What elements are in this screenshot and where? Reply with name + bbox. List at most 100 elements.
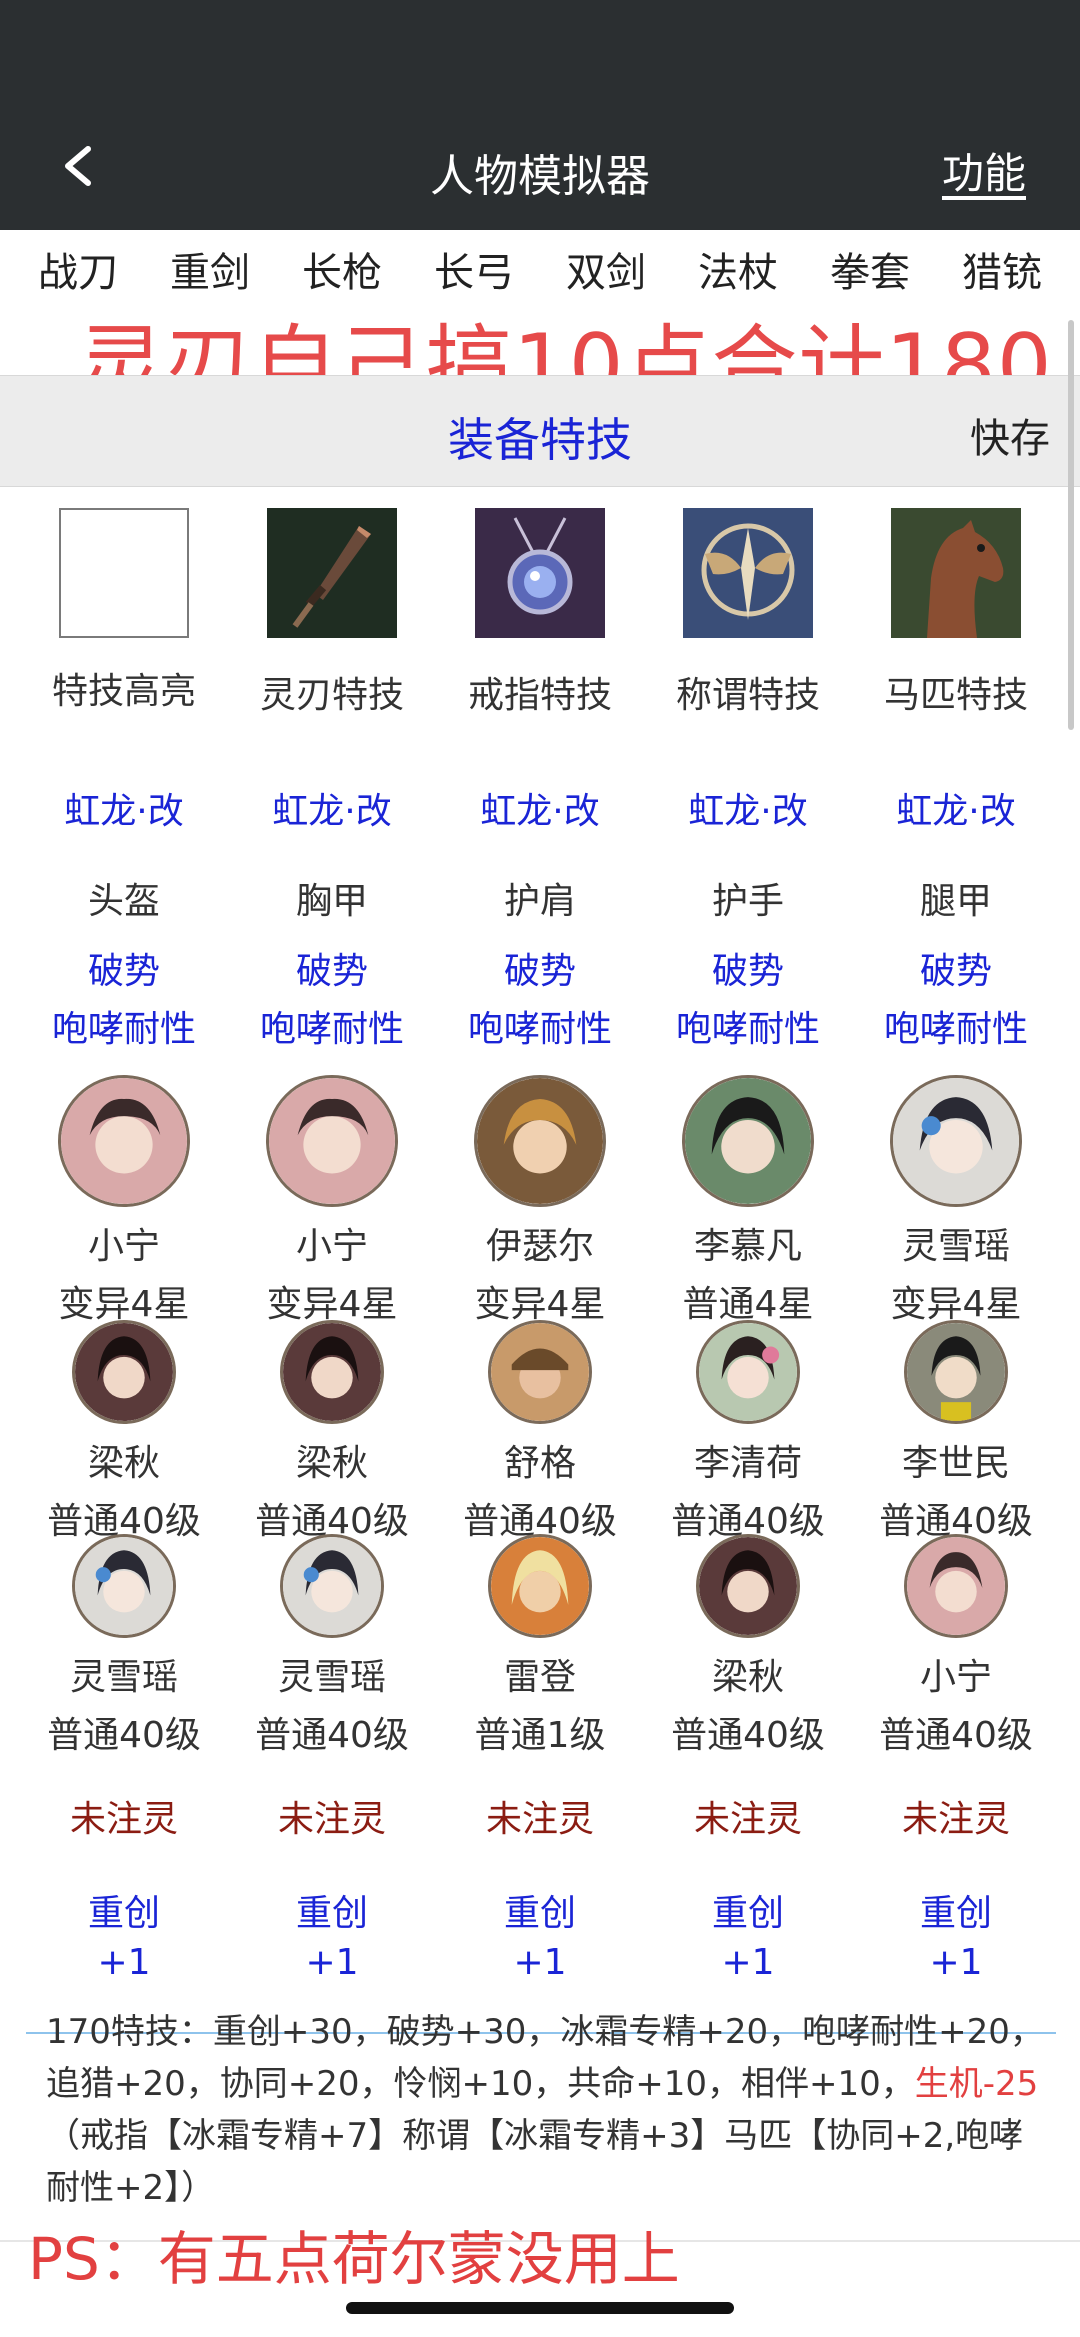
blade-icon[interactable] [267, 508, 397, 638]
companion-card[interactable]: 小宁 变异4星 [228, 1075, 436, 1327]
armor-set[interactable]: 虹龙·改 [852, 782, 1060, 834]
companion-card[interactable]: 灵雪瑶 普通40级 [20, 1534, 228, 1758]
avatar[interactable] [58, 1075, 190, 1207]
weapon-tab[interactable]: 长弓 [434, 240, 514, 298]
bonus-item[interactable]: 重创 +1 [852, 1884, 1060, 1983]
bonus-value: +1 [305, 1942, 359, 1983]
companion-name: 梁秋 [711, 1657, 784, 1698]
slot-label: 灵刃特技 [259, 675, 404, 716]
spirit-status[interactable]: 未注灵 [20, 1790, 228, 1842]
companion-name: 李清荷 [693, 1443, 802, 1484]
weapon-tab[interactable]: 战刀 [38, 240, 118, 298]
spirit-status[interactable]: 未注灵 [436, 1790, 644, 1842]
armor-part-skill: 破势 [87, 951, 160, 992]
avatar[interactable] [904, 1320, 1008, 1424]
armor-part[interactable]: 头盔 破势 咆哮耐性 [20, 872, 228, 1052]
bonus-value: +1 [97, 1942, 151, 1983]
armor-part-name: 头盔 [87, 881, 160, 922]
summary-detail: （戒指【冰霜专精+7】称谓【冰霜专精+3】马匹【协同+2,咆哮耐性+2】） [46, 2116, 1024, 2208]
companion-card[interactable]: 梁秋 普通40级 [644, 1534, 852, 1758]
armor-part-skill: 咆哮耐性 [883, 1009, 1028, 1050]
armor-part[interactable]: 护肩 破势 咆哮耐性 [436, 872, 644, 1052]
spirit-status[interactable]: 未注灵 [644, 1790, 852, 1842]
companion-card[interactable]: 伊瑟尔 变异4星 [436, 1075, 644, 1327]
companion-card[interactable]: 灵雪瑶 普通40级 [228, 1534, 436, 1758]
companion-card[interactable]: 李慕凡 普通4星 [644, 1075, 852, 1327]
armor-part[interactable]: 护手 破势 咆哮耐性 [644, 872, 852, 1052]
companion-name: 伊瑟尔 [485, 1226, 594, 1267]
bonus-item[interactable]: 重创 +1 [20, 1884, 228, 1983]
weapon-tabs: 战刀 重剑 长枪 长弓 双剑 法杖 拳套 猎铳 [0, 240, 1080, 298]
weapon-tab[interactable]: 法杖 [698, 240, 778, 298]
armor-set-row: 虹龙·改 虹龙·改 虹龙·改 虹龙·改 虹龙·改 [0, 782, 1080, 834]
spirit-row: 未注灵 未注灵 未注灵 未注灵 未注灵 [0, 1790, 1080, 1842]
avatar[interactable] [696, 1320, 800, 1424]
slot-ring[interactable]: 戒指特技 [436, 508, 644, 718]
avatar[interactable] [72, 1320, 176, 1424]
slot-label: 称谓特技 [675, 675, 820, 716]
companion-card[interactable]: 灵雪瑶 变异4星 [852, 1075, 1060, 1327]
avatar[interactable] [488, 1534, 592, 1638]
weapon-tab[interactable]: 猎铳 [962, 240, 1042, 298]
horse-icon[interactable] [891, 508, 1021, 638]
avatar[interactable] [488, 1320, 592, 1424]
armor-part[interactable]: 腿甲 破势 咆哮耐性 [852, 872, 1060, 1052]
empty-box[interactable] [59, 508, 189, 638]
companion-rank: 普通40级 [879, 1715, 1033, 1756]
title-emblem-icon[interactable] [683, 508, 813, 638]
ring-icon[interactable] [475, 508, 605, 638]
companion-card[interactable]: 李世民 普通40级 [852, 1320, 1060, 1544]
slot-blade[interactable]: 灵刃特技 [228, 508, 436, 718]
spirit-status[interactable]: 未注灵 [228, 1790, 436, 1842]
page-title: 人物模拟器 [430, 151, 650, 202]
weapon-tab[interactable]: 拳套 [830, 240, 910, 298]
companion-card[interactable]: 舒格 普通40级 [436, 1320, 644, 1544]
spirit-status[interactable]: 未注灵 [852, 1790, 1060, 1842]
armor-set[interactable]: 虹龙·改 [436, 782, 644, 834]
companion-name: 雷登 [503, 1657, 576, 1698]
quicksave-button[interactable]: 快存 [970, 406, 1050, 464]
slot-horse[interactable]: 马匹特技 [852, 508, 1060, 718]
avatar[interactable] [904, 1534, 1008, 1638]
summary-text: 170特技：重创+30，破势+30，冰霜专精+20，咆哮耐性+20，追猎+20，… [46, 2006, 1056, 2214]
armor-set[interactable]: 虹龙·改 [644, 782, 852, 834]
bonus-item[interactable]: 重创 +1 [644, 1884, 852, 1983]
weapon-tab[interactable]: 重剑 [170, 240, 250, 298]
armor-set[interactable]: 虹龙·改 [20, 782, 228, 834]
companion-card[interactable]: 梁秋 普通40级 [228, 1320, 436, 1544]
slot-highlight[interactable]: 特技高亮 [20, 508, 228, 718]
companion-card[interactable]: 小宁 普通40级 [852, 1534, 1060, 1758]
companion-name: 舒格 [503, 1443, 576, 1484]
avatar[interactable] [474, 1075, 606, 1207]
armor-part-skill: 咆哮耐性 [467, 1009, 612, 1050]
avatar[interactable] [696, 1534, 800, 1638]
companion-card[interactable]: 小宁 变异4星 [20, 1075, 228, 1327]
companion-card[interactable]: 李清荷 普通40级 [644, 1320, 852, 1544]
section-title: 装备特技 [448, 413, 632, 467]
companion-rank: 普通40级 [671, 1715, 825, 1756]
weapon-tab[interactable]: 长枪 [302, 240, 382, 298]
armor-part-name: 护肩 [503, 881, 576, 922]
companions-row-2: 梁秋 普通40级 梁秋 普通40级 舒格 普通40级 李清荷 普通40级 李世民… [0, 1320, 1080, 1544]
companion-card[interactable]: 梁秋 普通40级 [20, 1320, 228, 1544]
armor-set[interactable]: 虹龙·改 [228, 782, 436, 834]
bonus-item[interactable]: 重创 +1 [436, 1884, 644, 1983]
bonus-item[interactable]: 重创 +1 [228, 1884, 436, 1983]
armor-part[interactable]: 胸甲 破势 咆哮耐性 [228, 872, 436, 1052]
function-button[interactable]: 功能 [942, 140, 1026, 201]
bonus-name: 重创 [711, 1893, 784, 1934]
avatar[interactable] [890, 1075, 1022, 1207]
companion-card[interactable]: 雷登 普通1级 [436, 1534, 644, 1758]
avatar[interactable] [266, 1075, 398, 1207]
companion-name: 灵雪瑶 [901, 1226, 1010, 1267]
home-indicator[interactable] [346, 2302, 734, 2314]
special-slots: 特技高亮 灵刃特技 戒指特技 称谓特技 马匹特技 [0, 508, 1080, 718]
bonus-value: +1 [929, 1942, 983, 1983]
slot-title[interactable]: 称谓特技 [644, 508, 852, 718]
armor-parts-row: 头盔 破势 咆哮耐性 胸甲 破势 咆哮耐性 护肩 破势 咆哮耐性 护手 破势 咆… [0, 872, 1080, 1052]
avatar[interactable] [682, 1075, 814, 1207]
avatar[interactable] [72, 1534, 176, 1638]
avatar[interactable] [280, 1320, 384, 1424]
weapon-tab[interactable]: 双剑 [566, 240, 646, 298]
avatar[interactable] [280, 1534, 384, 1638]
